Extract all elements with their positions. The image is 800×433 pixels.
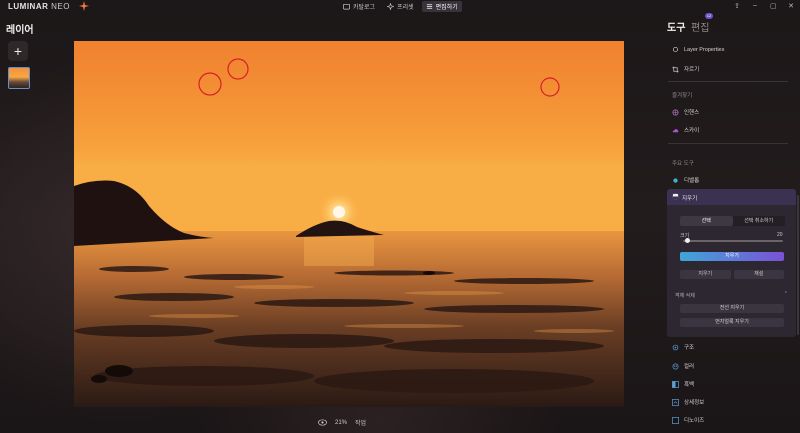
- brush-size-slider[interactable]: [683, 238, 783, 243]
- enhance-item[interactable]: 인핸스: [672, 108, 699, 116]
- sky-label: 스카이: [684, 128, 700, 134]
- share-icon[interactable]: ⇪: [734, 2, 740, 10]
- structure-item[interactable]: 구조: [672, 343, 694, 351]
- presets-icon: [387, 3, 395, 10]
- reset-button[interactable]: 재설: [733, 270, 784, 279]
- bw-item[interactable]: 흑백: [672, 380, 694, 388]
- top-bar: LUMINAR NEO 카탈로그 프리셋 편집하기 ⇪ – ▢ ✕: [0, 0, 800, 14]
- add-layer-button[interactable]: +: [8, 41, 28, 61]
- nav-edit[interactable]: 편집하기: [421, 1, 462, 12]
- zoom-level[interactable]: 21%: [335, 420, 347, 426]
- nav-presets-label: 프리셋: [397, 5, 414, 11]
- minimize-icon[interactable]: –: [752, 2, 758, 10]
- layer-properties-label: Layer Properties: [684, 46, 725, 53]
- canvas-bottom-bar: 21% 작업: [318, 418, 366, 427]
- enhance-icon: [672, 109, 679, 115]
- layers-title: 레이어: [6, 25, 34, 36]
- layer-properties-item[interactable]: Layer Properties: [672, 46, 724, 53]
- logo-sub-text: NEO: [51, 2, 70, 11]
- divider: [668, 81, 788, 82]
- seg-deselect[interactable]: 선택 취소하기: [733, 216, 786, 226]
- close-icon[interactable]: ✕: [788, 2, 794, 10]
- panel-scrollbar[interactable]: [797, 195, 799, 335]
- app-logo: LUMINAR NEO: [8, 2, 70, 11]
- divider: [668, 143, 788, 144]
- crop-label: 자르기: [684, 67, 700, 73]
- favorites-header: 즐겨찾기: [672, 93, 693, 99]
- maximize-icon[interactable]: ▢: [770, 2, 777, 10]
- slider-knob[interactable]: [685, 238, 690, 243]
- color-icon: [672, 363, 679, 369]
- mode-nav: 카탈로그 프리셋 편집하기: [339, 1, 462, 12]
- noise-label: 디노이즈: [684, 418, 705, 424]
- edits-badge: 12: [705, 13, 713, 19]
- settings-icon: [672, 46, 679, 53]
- sky-item[interactable]: 스카이: [672, 126, 699, 134]
- nav-catalog[interactable]: 카탈로그: [339, 1, 379, 12]
- wire-removal-button[interactable]: 전선 지우기: [680, 304, 784, 313]
- nav-catalog-label: 카탈로그: [353, 5, 376, 11]
- eraser-icon: [672, 193, 679, 200]
- crop-icon: [672, 65, 679, 73]
- window-controls: ⇪ – ▢ ✕: [734, 2, 794, 10]
- clear-button[interactable]: 지우기: [680, 270, 731, 279]
- bw-icon: [672, 380, 679, 388]
- nav-edit-label: 편집하기: [435, 5, 458, 11]
- eraser-title: 지우기: [682, 196, 698, 202]
- develop-label: 디벨롭: [684, 178, 700, 184]
- structure-icon: [672, 344, 679, 350]
- eraser-header[interactable]: 지우기: [667, 189, 796, 205]
- nav-presets[interactable]: 프리셋: [383, 1, 418, 12]
- develop-item[interactable]: 디벨롭: [672, 176, 699, 184]
- crop-item[interactable]: 자르기: [672, 65, 699, 73]
- main-tools-header: 주요 도구: [672, 161, 694, 167]
- eye-icon[interactable]: [318, 419, 327, 426]
- seg-select[interactable]: 선택: [680, 216, 733, 226]
- tab-tools[interactable]: 도구: [667, 19, 685, 34]
- cloud-icon: [672, 128, 679, 132]
- layer-thumbnail[interactable]: [8, 67, 30, 89]
- chevron-up-icon[interactable]: ⌃: [784, 291, 788, 297]
- color-item[interactable]: 컬러: [672, 362, 694, 370]
- selection-mode-toggle: 선택 선택 취소하기: [680, 216, 785, 226]
- object-removal-label: 객체 삭제: [675, 293, 695, 299]
- bw-label: 흑백: [684, 382, 695, 388]
- details-icon: [672, 398, 679, 406]
- photo-canvas[interactable]: [74, 41, 624, 407]
- details-item[interactable]: 상세정보: [672, 398, 704, 406]
- edit-icon: [426, 4, 432, 9]
- structure-label: 구조: [684, 345, 695, 351]
- details-label: 상세정보: [684, 400, 705, 406]
- color-label: 컬러: [684, 364, 695, 370]
- logo-main-text: LUMINAR: [8, 2, 49, 11]
- sunset-photo: [74, 41, 624, 407]
- dust-removal-button[interactable]: 먼지얼룩 지우기: [680, 318, 784, 327]
- eraser-tool-panel: 지우기 선택 선택 취소하기 크기 20 지우기 지우기 재설 객체 삭제 ⌃ …: [667, 189, 796, 337]
- tab-edits[interactable]: 편집: [691, 19, 709, 34]
- erase-button[interactable]: 지우기: [680, 252, 784, 261]
- action-menu[interactable]: 작업: [355, 418, 366, 427]
- eraser-actions: 지우기 재설: [680, 270, 784, 279]
- develop-icon: [673, 177, 678, 183]
- folder-icon: [343, 3, 350, 10]
- noise-icon: [672, 416, 679, 424]
- enhance-label: 인핸스: [684, 110, 700, 116]
- logo-sparkle-icon: [79, 1, 89, 11]
- brush-size-value: 20: [777, 232, 783, 238]
- noise-item[interactable]: 디노이즈: [672, 416, 704, 424]
